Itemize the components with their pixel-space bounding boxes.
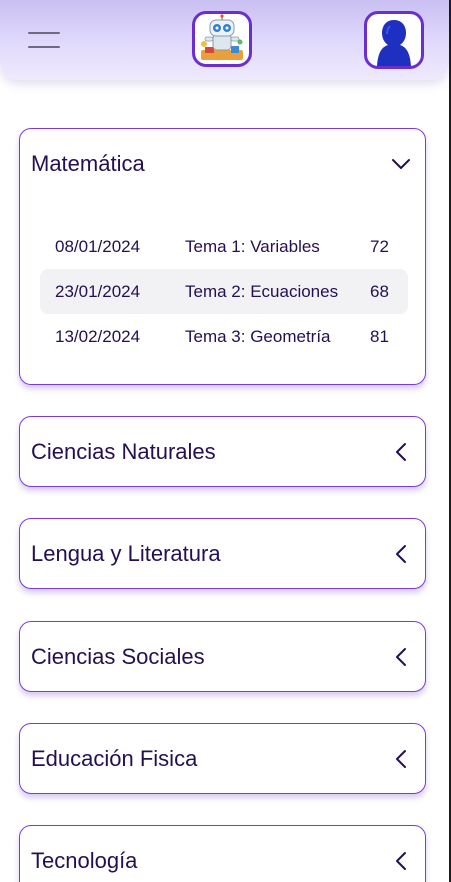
- app-screen: Matemática 08/01/2024 Tema 1: Variables …: [0, 0, 451, 882]
- grade-score: 68: [370, 281, 389, 301]
- chevron-left-icon[interactable]: [391, 851, 411, 871]
- grade-date: 23/01/2024: [55, 281, 141, 301]
- robot-mascot-logo: [192, 11, 252, 67]
- menu-line: [28, 32, 60, 34]
- menu-line: [28, 46, 60, 48]
- grade-topic: Tema 2: Ecuaciones: [185, 281, 339, 301]
- grade-topic: Tema 3: Geometría: [185, 326, 331, 346]
- chevron-left-icon[interactable]: [391, 544, 411, 564]
- grade-row: 23/01/2024 Tema 2: Ecuaciones 68: [40, 269, 408, 314]
- grade-date: 13/02/2024: [55, 326, 141, 346]
- subject-header-tecnologia[interactable]: Tecnología: [20, 826, 425, 882]
- chevron-down-icon[interactable]: [391, 154, 411, 174]
- subject-card-lengua-literatura[interactable]: Lengua y Literatura: [19, 518, 426, 589]
- grade-topic: Tema 1: Variables: [185, 236, 320, 256]
- subject-header-ciencias-sociales[interactable]: Ciencias Sociales: [20, 622, 425, 692]
- subject-card-ciencias-sociales[interactable]: Ciencias Sociales: [19, 621, 426, 692]
- subject-title: Educación Fisica: [31, 746, 198, 771]
- grade-score: 72: [370, 236, 389, 256]
- subject-card-tecnologia[interactable]: Tecnología: [19, 825, 426, 882]
- subject-title: Ciencias Sociales: [31, 644, 205, 669]
- grade-date: 08/01/2024: [55, 236, 141, 256]
- subject-title: Matemática: [31, 151, 145, 176]
- subject-header-ciencias-naturales[interactable]: Ciencias Naturales: [20, 417, 425, 487]
- subject-header-educacion-fisica[interactable]: Educación Fisica: [20, 724, 425, 794]
- chevron-left-icon[interactable]: [391, 442, 411, 462]
- grade-row: 08/01/2024 Tema 1: Variables 72: [40, 224, 408, 269]
- subject-card-ciencias-naturales[interactable]: Ciencias Naturales: [19, 416, 426, 487]
- subject-title: Ciencias Naturales: [31, 439, 216, 464]
- subject-card-educacion-fisica[interactable]: Educación Fisica: [19, 723, 426, 794]
- top-header: [0, 0, 449, 80]
- hamburger-menu-icon[interactable]: [28, 31, 60, 49]
- grades-table: 08/01/2024 Tema 1: Variables 72 23/01/20…: [40, 224, 408, 359]
- subject-header-lengua-literatura[interactable]: Lengua y Literatura: [20, 519, 425, 589]
- grade-score: 81: [370, 326, 389, 346]
- chevron-left-icon[interactable]: [391, 647, 411, 667]
- grade-row: 13/02/2024 Tema 3: Geometría 81: [40, 314, 408, 359]
- chevron-left-icon[interactable]: [391, 749, 411, 769]
- subject-title: Lengua y Literatura: [31, 541, 221, 566]
- subject-card-matematica: Matemática 08/01/2024 Tema 1: Variables …: [19, 128, 426, 385]
- user-avatar-icon[interactable]: [364, 11, 424, 69]
- subject-title: Tecnología: [31, 848, 138, 873]
- subject-header-matematica[interactable]: Matemática: [20, 129, 425, 199]
